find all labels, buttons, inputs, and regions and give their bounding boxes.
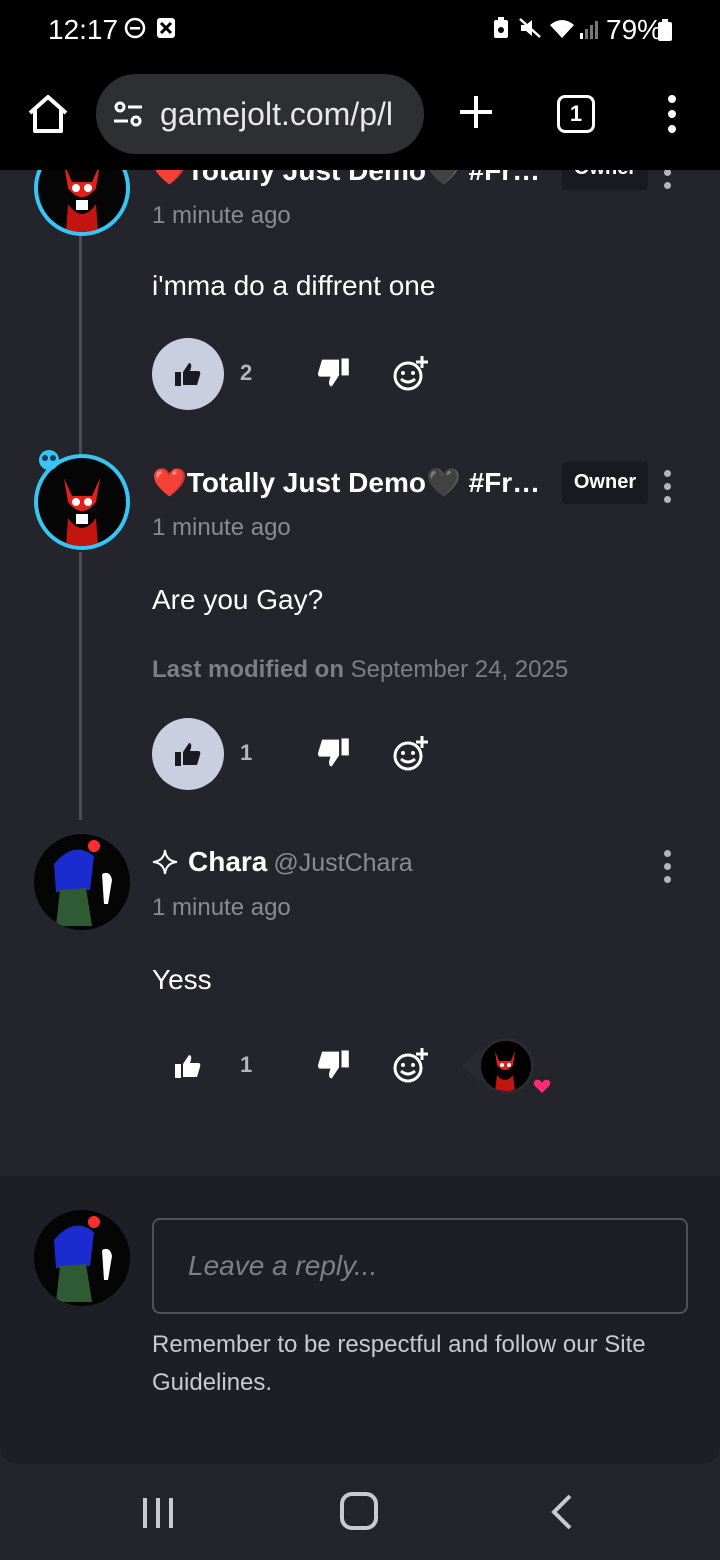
status-bar: 12:17 79% (0, 0, 720, 62)
more-menu-icon[interactable] (666, 94, 678, 134)
browser-toolbar: gamejolt.com/p/l 1 (0, 62, 720, 170)
guidelines-notice: Remember to be respectful and follow our… (152, 1331, 646, 1396)
like-button[interactable] (152, 1030, 224, 1102)
thread-connector (79, 236, 82, 486)
site-settings-icon[interactable] (112, 98, 144, 130)
add-reaction-icon[interactable] (392, 354, 430, 392)
notification-app-icon (157, 18, 175, 38)
last-modified-date: September 24, 2025 (350, 656, 569, 683)
current-user-avatar (34, 1210, 130, 1306)
reply-panel: Leave a reply... Remember to be respectf… (0, 1176, 720, 1464)
comment-thread: ❤️Totally Just Demo🖤 #Fr… Owner 1 minute… (0, 170, 720, 1464)
url-text[interactable]: gamejolt.com/p/l (160, 96, 410, 133)
mute-icon (519, 18, 541, 38)
system-nav-bar (0, 1464, 720, 1560)
thumbs-up-icon (175, 363, 201, 386)
new-tab-icon[interactable] (458, 94, 494, 130)
add-reaction-icon[interactable] (392, 1046, 430, 1084)
comment-username[interactable]: ❤️Totally Just Demo🖤 #Fr… (152, 466, 540, 499)
owner-mini-avatar (478, 1038, 534, 1094)
thumbs-down-icon[interactable] (316, 356, 350, 390)
thumbs-up-icon (175, 1055, 201, 1078)
battery-icon (658, 19, 672, 41)
comment-timestamp: 1 minute ago (152, 894, 291, 921)
comment-options-icon[interactable] (660, 170, 674, 190)
like-count: 1 (240, 1052, 253, 1077)
avatar[interactable] (34, 834, 130, 930)
address-bar[interactable]: gamejolt.com/p/l (96, 74, 424, 154)
owner-liked-indicator (460, 1038, 556, 1098)
comment-options-icon[interactable] (660, 470, 674, 504)
speech-tail-icon (462, 1050, 480, 1082)
like-button[interactable] (152, 338, 224, 410)
user-handle[interactable]: @JustChara (273, 849, 412, 877)
chara-avatar-image (54, 840, 112, 926)
home-nav-icon[interactable] (340, 1492, 378, 1530)
home-icon[interactable] (26, 92, 70, 136)
like-count: 2 (240, 360, 253, 385)
comment-text: Are you Gay? (152, 584, 324, 615)
wifi-signal-icon (550, 20, 598, 39)
comment-text: Yess (152, 964, 212, 995)
comment-text: i'mma do a diffrent one (152, 270, 436, 301)
comment-username[interactable]: ❤️Totally Just Demo🖤 #Fr… (152, 170, 540, 187)
tab-switcher-button[interactable]: 1 (557, 95, 595, 133)
reply-placeholder[interactable]: Leave a reply... (188, 1250, 377, 1282)
comment-timestamp: 1 minute ago (152, 514, 291, 541)
sparkle-icon (152, 849, 178, 875)
last-modified-note: Last modified on September 24, 2025 (152, 656, 568, 684)
chara-avatar-image (54, 1216, 112, 1302)
avatar[interactable] (34, 170, 130, 236)
thumbs-down-icon[interactable] (316, 1048, 350, 1082)
thumbs-up-icon (175, 743, 201, 766)
like-button[interactable] (152, 718, 224, 790)
reply-input[interactable]: Leave a reply... (152, 1218, 688, 1314)
comment-username[interactable]: Chara @JustChara (188, 846, 413, 878)
battery-saver-icon (494, 17, 508, 38)
back-icon[interactable] (548, 1494, 574, 1530)
add-reaction-icon[interactable] (392, 734, 430, 772)
like-count: 1 (240, 740, 253, 765)
owner-badge: Owner (562, 462, 648, 504)
thread-connector (79, 552, 82, 820)
demo-avatar-image (495, 1051, 515, 1091)
owner-badge: Owner (562, 170, 648, 190)
status-time: 12:17 (48, 14, 119, 45)
comment-timestamp: 1 minute ago (152, 202, 291, 229)
recent-apps-icon[interactable] (140, 1496, 176, 1530)
avatar-frame-decoration-icon (39, 450, 59, 470)
last-modified-label: Last modified on (152, 656, 344, 683)
heart-icon (530, 1074, 554, 1098)
comment-options-icon[interactable] (660, 850, 674, 884)
display-name[interactable]: Chara (188, 846, 267, 877)
do-not-disturb-icon (124, 17, 146, 39)
demo-avatar-image (65, 170, 99, 232)
battery-percent: 79% (606, 14, 663, 45)
thumbs-down-icon[interactable] (316, 736, 350, 770)
